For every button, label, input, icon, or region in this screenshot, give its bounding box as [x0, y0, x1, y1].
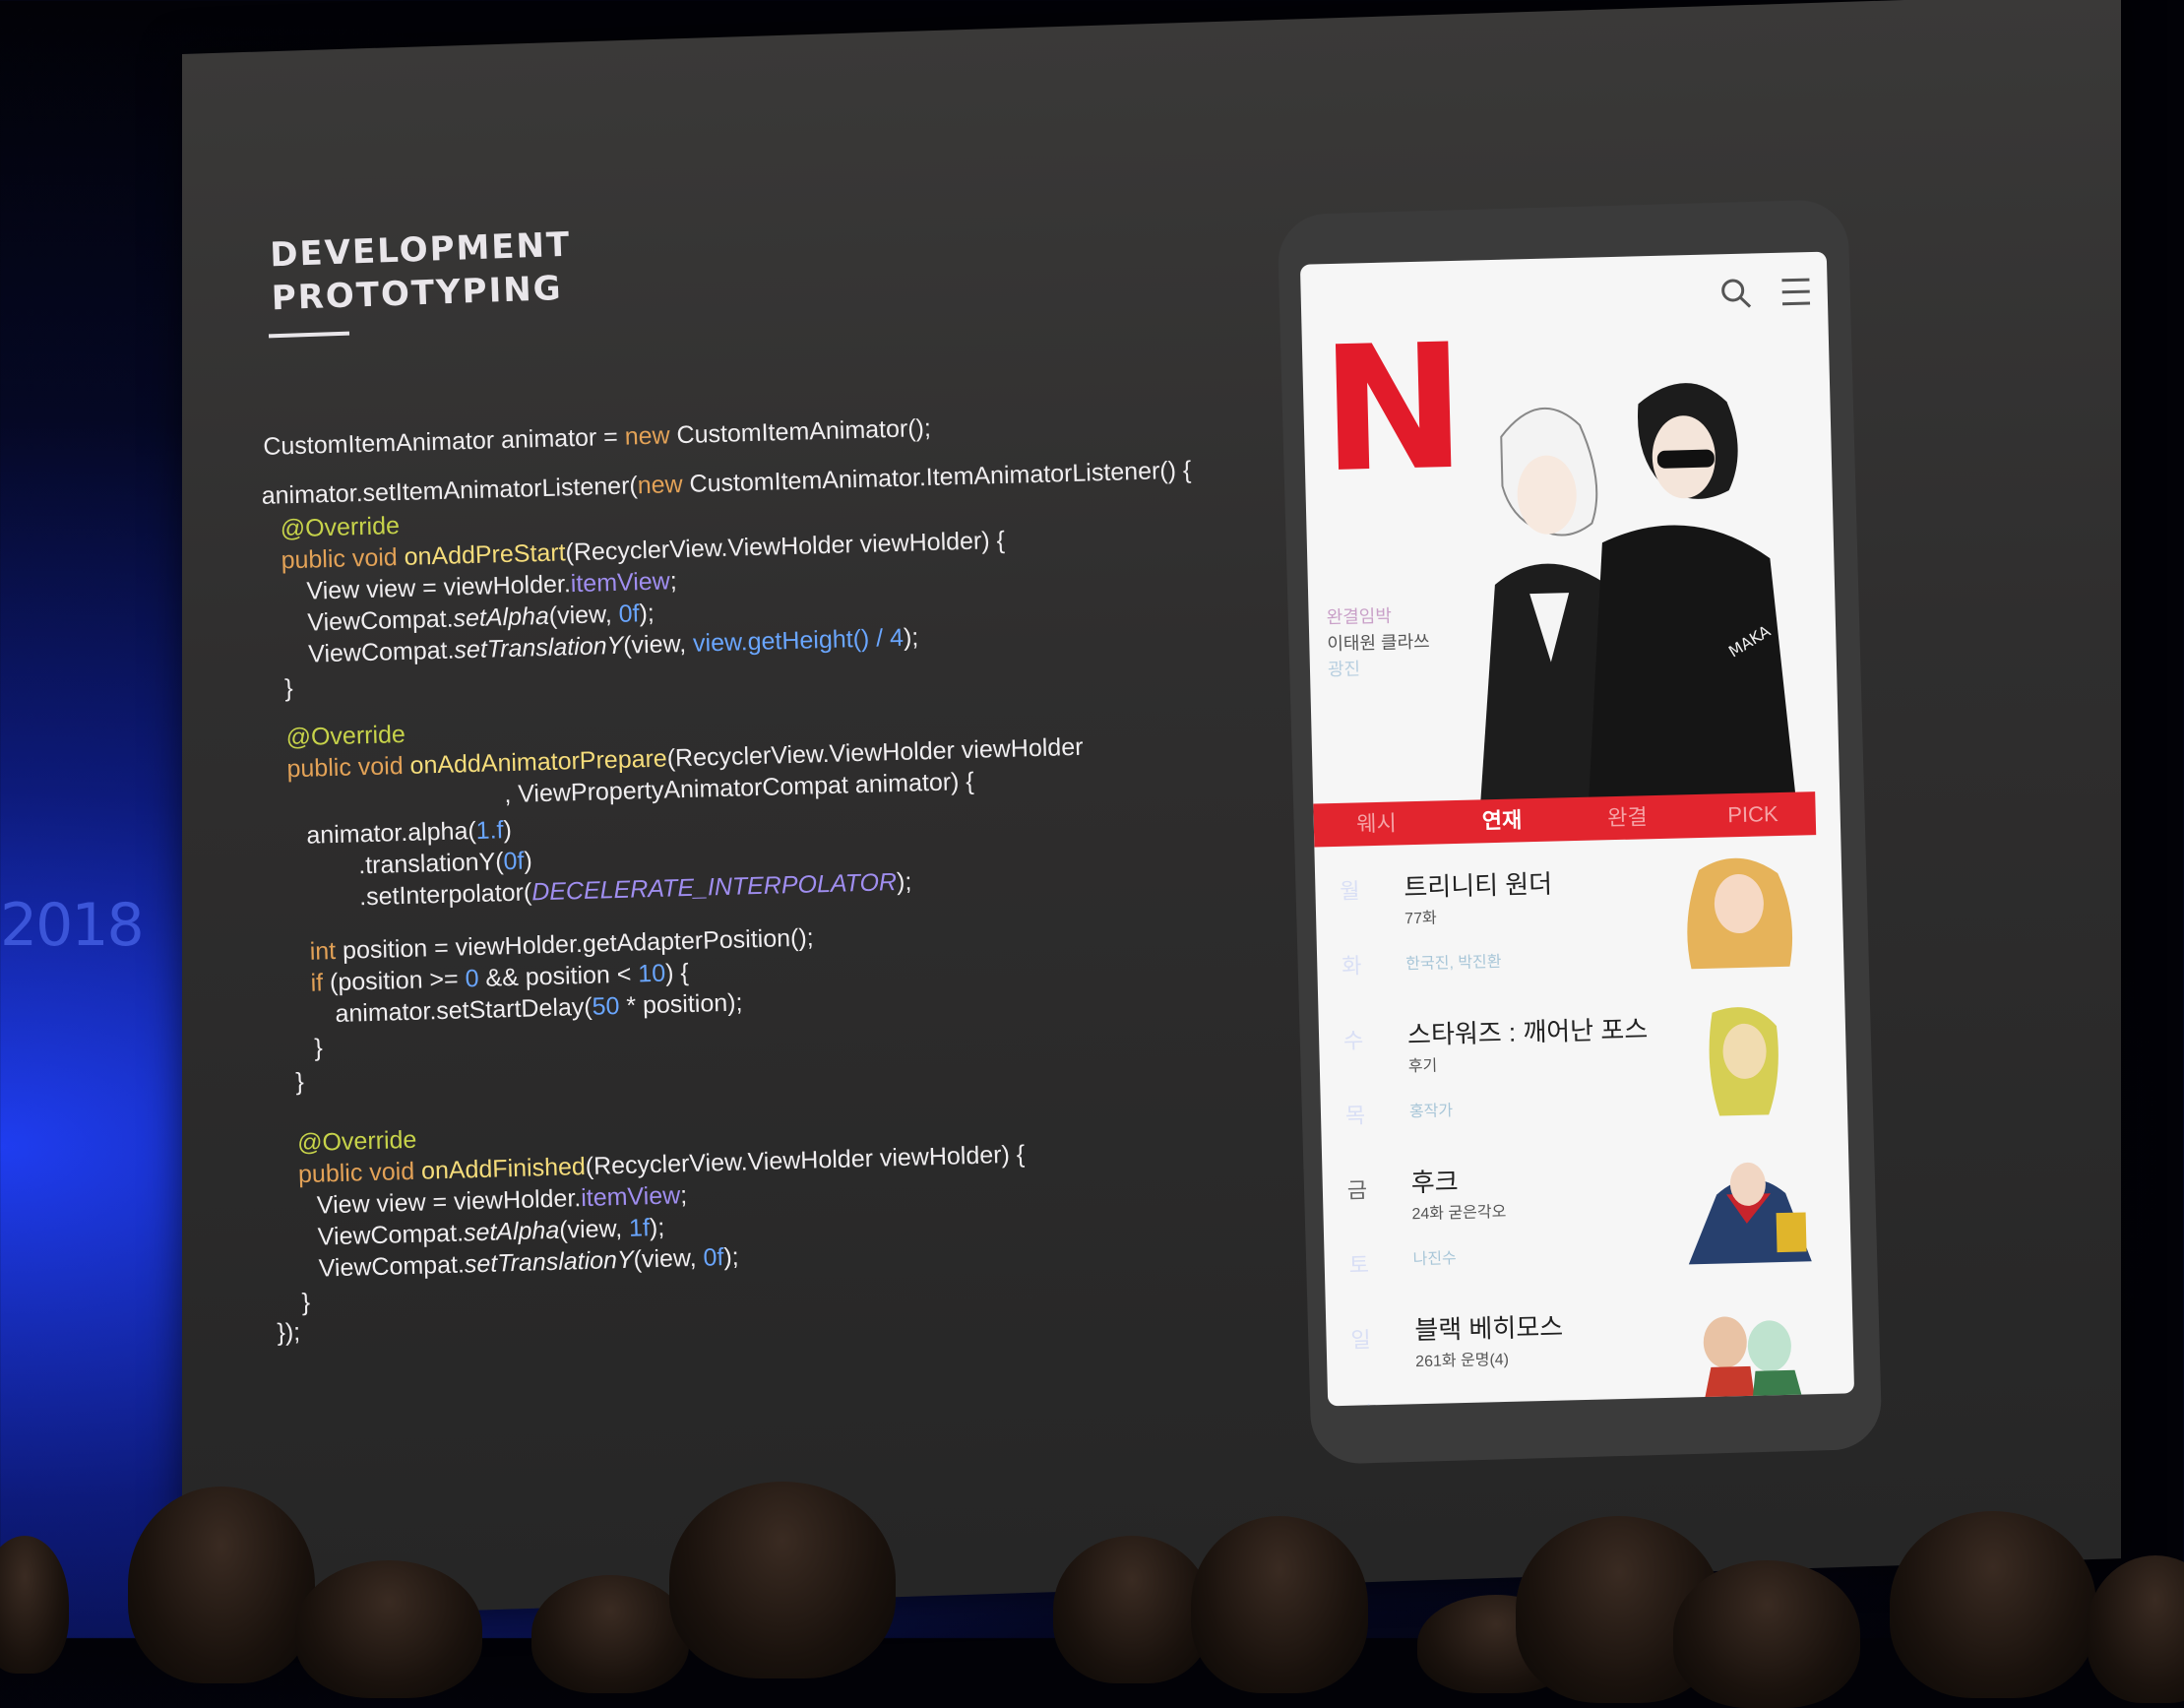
menu-icon[interactable] — [1779, 278, 1812, 318]
item-author: 한국진, 박진환 — [1405, 953, 1502, 974]
code-line: .translationY(0f) — [357, 847, 533, 880]
item-author: 홍작가 — [1408, 1103, 1454, 1121]
hero-author: 광진 — [1327, 659, 1361, 680]
day-sat[interactable]: 토 — [1343, 1247, 1375, 1323]
list-item[interactable]: 스타워즈 : 깨어난 포스 후기 홍작가 — [1407, 1005, 1824, 1153]
code-line: @Override — [285, 720, 406, 752]
code-line: }); — [277, 1318, 301, 1347]
code-line: } — [314, 1034, 324, 1062]
code-line: } — [301, 1288, 311, 1317]
item-title: 스타워즈 : 깨어난 포스 — [1406, 1014, 1649, 1050]
audience-heads — [0, 1467, 2184, 1708]
hero-title: 이태원 클라쓰 — [1327, 631, 1430, 655]
tab-serial[interactable]: 연재 — [1439, 797, 1566, 844]
code-line: int position = viewHolder.getAdapterPosi… — [309, 923, 815, 966]
slide-title: DEVELOPMENT PROTOTYPING — [270, 223, 574, 321]
day-mon[interactable]: 월 — [1335, 873, 1366, 949]
list-item[interactable]: 후크 24화 굳은각오 나진수 — [1410, 1153, 1827, 1300]
tab-completed[interactable]: 완결 — [1564, 794, 1691, 841]
item-episode: 261화 운명(4) — [1414, 1351, 1510, 1371]
code-block: CustomItemAnimator animator = new Custom… — [258, 406, 1271, 1457]
tab-pick[interactable]: PICK — [1690, 791, 1817, 838]
code-line: } — [283, 674, 293, 703]
tab-new[interactable]: 웨시 — [1313, 800, 1440, 847]
day-sun[interactable]: 일 — [1345, 1322, 1377, 1398]
category-tabs: 웨시 연재 완결 PICK — [1313, 791, 1817, 848]
list-item[interactable]: 블랙 베히모스 261화 운명(4) — [1414, 1300, 1831, 1407]
hero-tag: 완결임박 — [1326, 605, 1393, 628]
day-all[interactable]: 전체 — [1347, 1397, 1379, 1406]
hero-artwork: MAKA — [1431, 360, 1816, 807]
list-item[interactable]: 트리니티 원더 77화 한국진, 박진환 — [1404, 857, 1820, 1005]
phone-screen: N MAKA 완결임박 이태원 클라쓰 광진 웨시 연재 완결 PICK 월 화… — [1299, 251, 1855, 1407]
day-fri[interactable]: 금 — [1342, 1172, 1373, 1248]
item-title: 트리니티 원더 — [1404, 868, 1553, 903]
item-title: 후크 — [1410, 1167, 1459, 1198]
item-author: 나진수 — [1412, 1250, 1458, 1269]
event-year-fragment: 2018 — [0, 891, 145, 960]
weekday-column: 월 화 수 목 금 토 일 전체 — [1335, 873, 1379, 1406]
item-title: 블랙 베히모스 — [1414, 1311, 1564, 1346]
item-thumbnail — [1680, 1291, 1821, 1407]
item-episode: 후기 — [1407, 1057, 1438, 1076]
day-wed[interactable]: 수 — [1339, 1023, 1370, 1099]
code-line: @Override — [296, 1125, 417, 1158]
item-episode: 77화 — [1404, 910, 1437, 928]
code-line: @Override — [280, 512, 401, 543]
search-icon[interactable] — [1717, 279, 1780, 320]
day-tue[interactable]: 화 — [1337, 948, 1368, 1024]
day-thu[interactable]: 목 — [1341, 1098, 1372, 1173]
item-thumbnail — [1676, 1143, 1817, 1269]
code-line: animator.alpha(1.f) — [306, 815, 513, 850]
code-line: } — [295, 1067, 305, 1097]
item-episode: 24화 굳은각오 — [1411, 1203, 1507, 1224]
item-thumbnail — [1672, 995, 1813, 1121]
item-thumbnail — [1669, 848, 1810, 974]
header-icons — [1717, 274, 1813, 320]
code-line: animator.setItemAnimatorListener(new Cus… — [261, 456, 1192, 510]
